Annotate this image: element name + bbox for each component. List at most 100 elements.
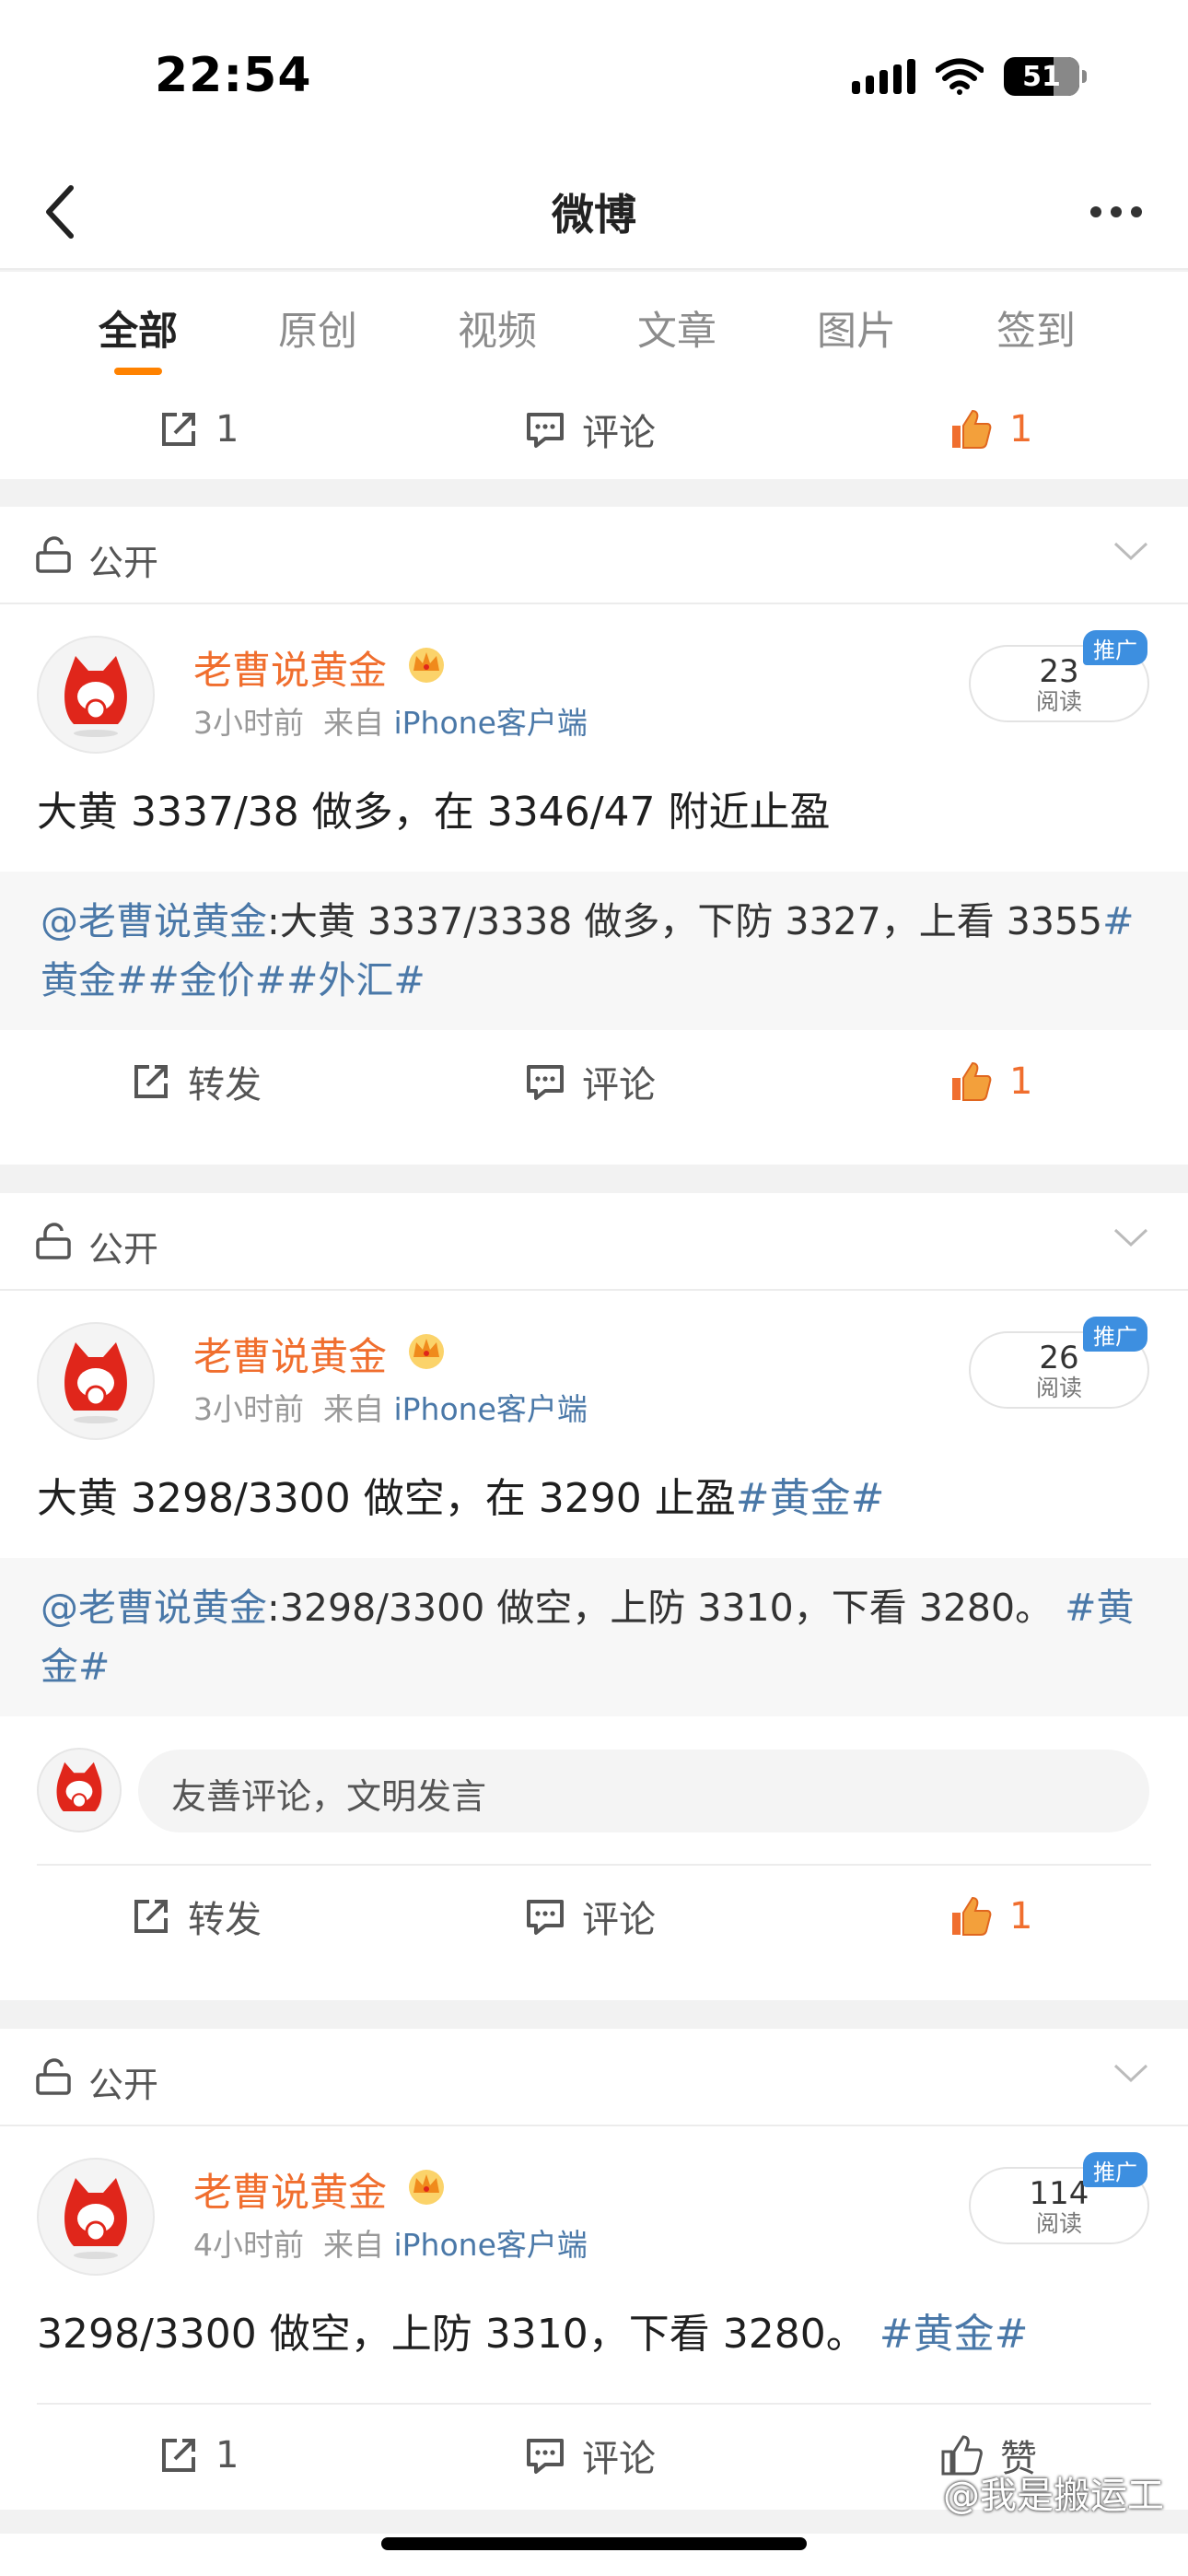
- visibility-row[interactable]: 公开: [0, 507, 1188, 604]
- chevron-down-icon[interactable]: [1112, 540, 1149, 564]
- read-label: 阅读: [1035, 688, 1082, 715]
- chevron-down-icon[interactable]: [1112, 1226, 1149, 1250]
- post-source[interactable]: iPhone客户端: [393, 1391, 587, 1427]
- tab-original[interactable]: 原创: [244, 299, 391, 357]
- post-time: 4小时前: [193, 2227, 304, 2263]
- visibility-label: 公开: [88, 1229, 159, 1270]
- read-label: 阅读: [1035, 1375, 1082, 1401]
- like-button[interactable]: 1: [949, 380, 1032, 479]
- repost-label: 转发: [188, 1064, 262, 1107]
- wifi-icon: [936, 58, 984, 95]
- promote-badge[interactable]: 推广: [1083, 2152, 1147, 2187]
- comment-button[interactable]: 评论: [525, 1030, 656, 1133]
- visibility-label: 公开: [88, 543, 159, 583]
- action-bar: 转发 评论 1: [0, 1030, 1188, 1133]
- post-text: 大黄 3298/3300 做空，在 3290 止盈#黄金#: [0, 1457, 1188, 1558]
- post-from: 来自: [322, 705, 384, 741]
- avatar[interactable]: [37, 636, 155, 754]
- thumbs-up-icon: [952, 1061, 992, 1101]
- post-from: 来自: [322, 2227, 384, 2263]
- like-count: 1: [1009, 1060, 1033, 1103]
- author-name[interactable]: 老曹说黄金: [193, 639, 387, 696]
- repost-text: :3298/3300 做空，上防 3310，下看 3280。: [267, 1586, 1054, 1630]
- like-count: 1: [1009, 408, 1033, 451]
- chevron-down-icon[interactable]: [1112, 2062, 1149, 2086]
- repost-label: 转发: [188, 1899, 262, 1941]
- lock-icon: [36, 2058, 71, 2095]
- post-meta: 4小时前 来自 iPhone客户端: [193, 2220, 588, 2265]
- post-header: 老曹说黄金 3小时前 来自 iPhone客户端 23 阅读 推广: [0, 604, 1188, 770]
- post-from: 来自: [322, 1391, 384, 1427]
- crown-badge-icon: [409, 1334, 444, 1369]
- post-header: 老曹说黄金 3小时前 来自 iPhone客户端 26 阅读 推广: [0, 1291, 1188, 1457]
- post-body: 大黄 3337/38 做多，在 3346/47 附近止盈: [37, 789, 831, 836]
- author-name[interactable]: 老曹说黄金: [193, 1326, 387, 1382]
- more-dot-icon: [1131, 206, 1142, 217]
- promote-badge[interactable]: 推广: [1083, 630, 1147, 665]
- comment-icon: [527, 1065, 564, 1100]
- more-dot-icon: [1111, 206, 1122, 217]
- post-body: 3298/3300 做空，上防 3310，下看 3280。: [37, 2311, 867, 2358]
- tab-checkin[interactable]: 签到: [962, 299, 1110, 357]
- lock-icon: [36, 536, 71, 573]
- crown-badge-icon: [409, 648, 444, 683]
- comment-input[interactable]: 友善评论，文明发言: [138, 1750, 1149, 1832]
- repost-button[interactable]: 1: [158, 2405, 239, 2506]
- comment-button[interactable]: 评论: [525, 1866, 656, 1967]
- repost-button[interactable]: 转发: [131, 1030, 262, 1133]
- comment-button[interactable]: 评论: [525, 380, 656, 479]
- thumbs-up-icon: [952, 1896, 992, 1936]
- watermark: @我是搬运工: [943, 2475, 1164, 2517]
- like-button[interactable]: 1: [949, 1866, 1032, 1967]
- repost-count: 1: [215, 2434, 239, 2476]
- crown-badge-icon: [409, 2170, 444, 2205]
- tab-image[interactable]: 图片: [783, 299, 930, 357]
- home-indicator[interactable]: [381, 2537, 807, 2550]
- lucky-cat-avatar-icon: [64, 2178, 127, 2259]
- post-header: 老曹说黄金 4小时前 来自 iPhone客户端 114 阅读 推广: [0, 2126, 1188, 2292]
- post-card: 公开 老曹说黄金 3小时前 来自 iPhone客户端 23 阅读 推广 大黄 3…: [0, 507, 1188, 1165]
- repost-block[interactable]: @老曹说黄金:3298/3300 做空，上防 3310，下看 3280。 #黄金…: [0, 1558, 1188, 1716]
- comment-label: 评论: [582, 2438, 656, 2480]
- avatar: [37, 1748, 122, 1832]
- post-source[interactable]: iPhone客户端: [393, 705, 587, 741]
- tab-video[interactable]: 视频: [424, 299, 571, 357]
- post-text: 大黄 3337/38 做多，在 3346/47 附近止盈: [0, 770, 1188, 872]
- action-bar: 1 评论 1: [0, 380, 1188, 479]
- post-time: 3小时前: [193, 705, 304, 741]
- mention-link[interactable]: @老曹说黄金: [41, 899, 267, 943]
- tab-all[interactable]: 全部: [64, 299, 212, 357]
- repost-button[interactable]: 1: [158, 380, 239, 479]
- promote-badge[interactable]: 推广: [1083, 1317, 1147, 1352]
- comment-label: 评论: [582, 412, 656, 454]
- signal-icon: [852, 59, 915, 94]
- tab-article[interactable]: 文章: [603, 299, 751, 357]
- post-time: 3小时前: [193, 1391, 304, 1427]
- repost-text: :大黄 3337/3338 做多，下防 3327，上看 3355: [267, 899, 1103, 943]
- action-bar: 转发 评论 1: [0, 1866, 1188, 1967]
- tab-bar: 全部 原创 视频 文章 图片 签到: [0, 272, 1188, 387]
- lucky-cat-avatar-icon: [64, 1342, 127, 1423]
- avatar[interactable]: [37, 2158, 155, 2276]
- author-name[interactable]: 老曹说黄金: [193, 2161, 387, 2218]
- repost-button[interactable]: 转发: [131, 1866, 262, 1967]
- like-count: 1: [1009, 1895, 1033, 1938]
- hashtag-link[interactable]: #黄金#: [736, 1475, 885, 1522]
- comment-button[interactable]: 评论: [525, 2405, 656, 2506]
- battery-icon: 51: [1004, 57, 1087, 96]
- comment-input-row: 友善评论，文明发言: [0, 1716, 1188, 1864]
- nav-bar: 微博: [0, 152, 1188, 270]
- avatar[interactable]: [37, 1322, 155, 1440]
- repost-block[interactable]: @老曹说黄金:大黄 3337/3338 做多，下防 3327，上看 3355#黄…: [0, 872, 1188, 1030]
- read-label: 阅读: [1035, 2210, 1082, 2237]
- post-source[interactable]: iPhone客户端: [393, 2227, 587, 2263]
- more-button[interactable]: [1079, 180, 1153, 244]
- visibility-row[interactable]: 公开: [0, 1193, 1188, 1291]
- hashtag-link[interactable]: #黄金#: [879, 2311, 1029, 2358]
- post-meta: 3小时前 来自 iPhone客户端: [193, 1385, 588, 1429]
- comment-icon: [527, 2439, 564, 2474]
- mention-link[interactable]: @老曹说黄金: [41, 1586, 267, 1630]
- thumbs-up-icon: [952, 409, 992, 449]
- visibility-row[interactable]: 公开: [0, 2029, 1188, 2126]
- like-button[interactable]: 1: [949, 1030, 1032, 1133]
